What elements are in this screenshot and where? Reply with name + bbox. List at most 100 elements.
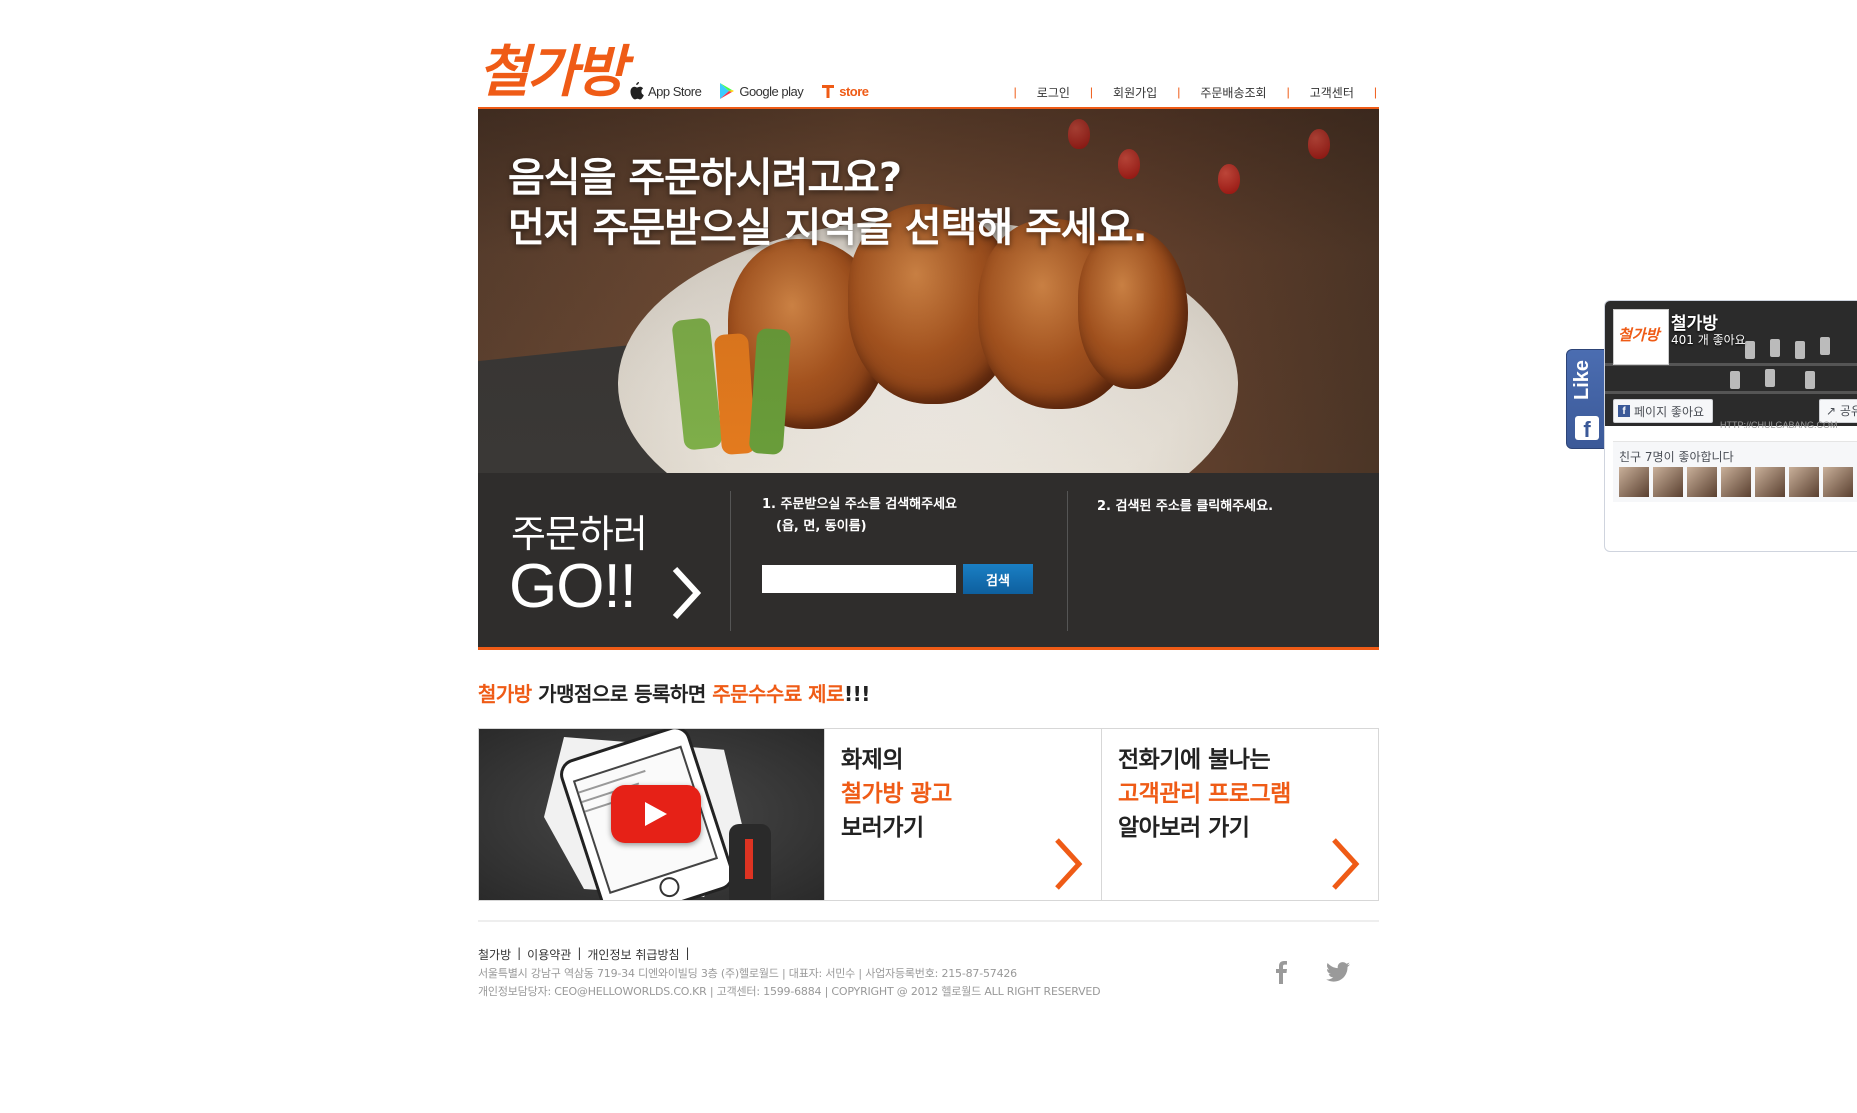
footer-links: 철가방 | 이용약관 | 개인정보 취급방침 | [478, 946, 690, 963]
footer-company-info: 서울특별시 강남구 역삼동 719-34 디엔와이빌딩 3층 (주)헬로월드 |… [478, 965, 1101, 1001]
chevron-right-icon [1332, 838, 1360, 890]
ad-card-line1: 화제의 [841, 747, 903, 773]
ad-card-line2: 철가방 광고 [841, 781, 952, 807]
order-step1-subtext: (읍, 면, 동이름) [776, 519, 867, 534]
nav-support[interactable]: 고객센터 [1292, 84, 1372, 101]
order-bottom-border [478, 647, 1379, 650]
hero-title: 음식을 주문하시려고요? 먼저 주문받으실 지역을 선택해 주세요. [508, 153, 1148, 253]
facebook-like-count: 401 개 좋아요 [1671, 333, 1746, 347]
play-icon [645, 802, 667, 826]
nav-separator: | [1286, 85, 1290, 99]
crm-card[interactable]: 전화기에 불나는 고객관리 프로그램 알아보러 가기 [1101, 729, 1378, 900]
footer-contact: 개인정보담당자: CEO@HELLOWORLDS.CO.KR | 고객센터: 1… [478, 985, 1101, 998]
play-button-icon[interactable] [611, 785, 701, 843]
order-divider [1067, 491, 1068, 631]
tstore-link[interactable]: store [821, 83, 869, 99]
footer-separator: | [517, 946, 522, 960]
avatar[interactable] [1653, 467, 1683, 497]
address-search-input[interactable] [762, 565, 956, 593]
order-panel: 주문하러 GO!! 1. 주문받으실 주소를 검색해주세요 (읍, 면, 동이름… [478, 473, 1379, 647]
facebook-page-like-button[interactable]: f 페이지 좋아요 [1613, 399, 1714, 423]
promo-highlight: 주문수수료 제로 [712, 682, 844, 706]
avatar[interactable] [1789, 467, 1819, 497]
hero-title-line2: 먼저 주문받으실 지역을 선택해 주세요. [508, 205, 1148, 251]
facebook-like-tab[interactable]: Like f [1566, 349, 1608, 449]
tie-illustration [745, 839, 753, 879]
cover-tool [1795, 341, 1805, 359]
franchise-promo: 철가방 가맹점으로 등록하면 주문수수료 제로!!! [478, 678, 870, 707]
chevron-right-icon [1055, 838, 1083, 890]
footer-separator: | [577, 946, 582, 960]
facebook-cover-url: HTTP://CHULGABANG.COM [1720, 420, 1838, 430]
promo-middle: 가맹점으로 등록하면 [538, 682, 706, 706]
facebook-friends-text: 친구 7명이 좋아합니다 [1619, 450, 1734, 464]
nav-order-lookup[interactable]: 주문배송조회 [1182, 84, 1284, 101]
avatar[interactable] [1823, 467, 1853, 497]
facebook-icon: f [1618, 405, 1630, 417]
facebook-icon[interactable] [1274, 960, 1288, 984]
tstore-label: store [839, 83, 869, 99]
cover-tool [1805, 371, 1815, 389]
cover-tool [1765, 369, 1775, 387]
google-play-link[interactable]: Google play [719, 82, 804, 100]
ad-video-thumbnail[interactable] [479, 729, 824, 900]
nav-signup[interactable]: 회원가입 [1095, 84, 1175, 101]
share-arrow-icon: ↗ [1826, 404, 1837, 418]
order-go-label: 주문하러 [511, 512, 648, 556]
avatar[interactable] [1687, 467, 1717, 497]
footer-link-privacy[interactable]: 개인정보 취급방침 [587, 946, 679, 963]
facebook-page-widget: 철가방 철가방 401 개 좋아요 f 페이지 좋아요 ↗ 공유 HTTP://… [1604, 300, 1857, 552]
order-step1-text: 1. 주문받으실 주소를 검색해주세요 [762, 497, 958, 512]
nav-separator: | [1013, 85, 1017, 99]
hero-banner: 음식을 주문하시려고요? 먼저 주문받으실 지역을 선택해 주세요. [478, 109, 1379, 473]
google-play-icon [720, 83, 735, 99]
tstore-icon [822, 85, 835, 98]
avatar[interactable] [1619, 467, 1649, 497]
logo-text: 철가방 [478, 39, 627, 105]
nav-login[interactable]: 로그인 [1019, 84, 1088, 101]
order-divider [730, 491, 731, 631]
promo-suffix: !!! [843, 682, 870, 706]
promo-cards: 화제의 철가방 광고 보러가기 전화기에 불나는 고객관리 프로그램 알아보러 … [478, 728, 1379, 901]
order-go-text: GO!! [509, 552, 637, 621]
facebook-icon: f [1575, 416, 1599, 442]
google-play-label: Google play [739, 83, 804, 99]
crm-card-line2: 고객관리 프로그램 [1118, 781, 1291, 807]
facebook-like-tab-label: Like [1571, 359, 1593, 400]
page-wrapper: 철가방 App Store Google play store | 로그인 | … [478, 0, 1379, 1113]
footer-divider [478, 920, 1379, 922]
facebook-page-thumbnail[interactable]: 철가방 [1613, 309, 1669, 365]
footer-link-home[interactable]: 철가방 [478, 946, 511, 963]
cover-tool [1770, 339, 1780, 357]
app-store-links: App Store Google play store [628, 80, 869, 102]
footer-link-terms[interactable]: 이용약관 [527, 946, 571, 963]
cover-tool [1820, 337, 1830, 355]
ad-card[interactable]: 화제의 철가방 광고 보러가기 [824, 729, 1101, 900]
address-search-button[interactable]: 검색 [963, 564, 1033, 594]
avatar[interactable] [1755, 467, 1785, 497]
thumbnail-logo-text: 철가방 [1618, 326, 1660, 344]
hero-title-line1: 음식을 주문하시려고요? [508, 155, 902, 201]
footer-separator: | [685, 946, 690, 960]
chevron-right-icon [672, 566, 701, 620]
social-links [1274, 960, 1350, 984]
phone-home-button [656, 874, 683, 900]
order-step2-text: 2. 검색된 주소를 클릭해주세요. [1097, 499, 1274, 514]
twitter-icon[interactable] [1326, 962, 1350, 982]
facebook-share-label: 공유 [1839, 404, 1857, 418]
crm-card-line1: 전화기에 불나는 [1118, 747, 1271, 773]
promo-brand: 철가방 [478, 682, 532, 706]
friends-avatars [1619, 467, 1853, 497]
nav-separator: | [1373, 85, 1377, 99]
app-store-link[interactable]: App Store [628, 82, 702, 100]
facebook-cover-image: 철가방 철가방 401 개 좋아요 f 페이지 좋아요 ↗ 공유 HTTP://… [1605, 301, 1857, 430]
footer-address: 서울특별시 강남구 역삼동 719-34 디엔와이빌딩 3층 (주)헬로월드 |… [478, 967, 1017, 980]
facebook-friends-box: 친구 7명이 좋아합니다 [1613, 441, 1857, 502]
apple-icon [630, 82, 644, 100]
cover-tool [1730, 371, 1740, 389]
cover-shelf [1605, 391, 1857, 394]
facebook-page-like-label: 페이지 좋아요 [1634, 404, 1705, 419]
avatar[interactable] [1721, 467, 1751, 497]
top-navigation: | 로그인 | 회원가입 | 주문배송조회 | 고객센터 | [1012, 83, 1379, 101]
site-logo[interactable]: 철가방 [478, 40, 628, 105]
